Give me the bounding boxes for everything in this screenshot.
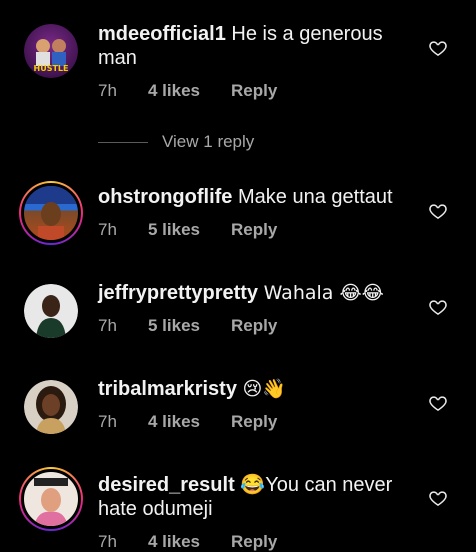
avatar-art: HUSTLE — [34, 39, 69, 73]
avatar[interactable]: HUSTLE — [24, 24, 78, 78]
avatar-art — [36, 295, 66, 338]
reply-button[interactable]: Reply — [231, 412, 277, 432]
comment-text: desired_result 😂You can never hate odume… — [98, 473, 418, 521]
comment-time: 7h — [98, 532, 117, 551]
comment-text: tribalmarkristy 😢👋 — [98, 377, 418, 401]
comment-username[interactable]: tribalmarkristy — [98, 378, 237, 400]
avatar[interactable] — [19, 467, 83, 531]
reply-button[interactable]: Reply — [231, 316, 277, 336]
comment-username[interactable]: jeffryprettypretty — [98, 282, 258, 304]
comment-meta: 7h 5 likes Reply — [98, 316, 277, 336]
comment-time: 7h — [98, 412, 117, 431]
comment-likes[interactable]: 5 likes — [148, 316, 231, 336]
comment-body: 😢👋 — [242, 378, 286, 400]
comment-text: jeffryprettypretty Wahala 😂😂 — [98, 281, 418, 305]
comment-meta: 7h 4 likes Reply — [98, 412, 277, 432]
comment-time: 7h — [98, 81, 117, 100]
avatar-art — [24, 186, 78, 240]
comment-meta: 7h 4 likes Reply — [98, 532, 277, 552]
comment-body: Make una gettaut — [238, 186, 393, 208]
reply-button[interactable]: Reply — [231, 81, 277, 101]
comment-time: 7h — [98, 220, 117, 239]
comment-meta: 7h 4 likes Reply — [98, 81, 277, 101]
avatar-logo-text: HUSTLE — [34, 64, 69, 73]
comment-time: 7h — [98, 316, 117, 335]
avatar[interactable] — [24, 380, 78, 434]
heart-icon[interactable] — [428, 38, 448, 58]
comment-text: mdeeofficial1 He is a generous man — [98, 22, 418, 70]
divider — [98, 141, 148, 143]
reply-button[interactable]: Reply — [231, 532, 277, 552]
comment-username[interactable]: desired_result — [98, 474, 235, 496]
reply-button[interactable]: Reply — [231, 220, 277, 240]
comment-likes[interactable]: 4 likes — [148, 412, 231, 432]
heart-icon[interactable] — [428, 201, 448, 221]
heart-icon[interactable] — [428, 297, 448, 317]
comment-likes[interactable]: 4 likes — [148, 81, 231, 101]
comment-meta: 7h 5 likes Reply — [98, 220, 277, 240]
avatar[interactable] — [19, 181, 83, 245]
avatar[interactable] — [24, 284, 78, 338]
view-replies-label: View 1 reply — [162, 132, 255, 151]
comment-body: Wahala 😂😂 — [263, 282, 384, 304]
avatar-art — [36, 386, 66, 434]
comment-username[interactable]: mdeeofficial1 — [98, 23, 226, 45]
comment-likes[interactable]: 5 likes — [148, 220, 231, 240]
heart-icon[interactable] — [428, 488, 448, 508]
heart-icon[interactable] — [428, 393, 448, 413]
avatar-art — [34, 478, 68, 526]
comment-username[interactable]: ohstrongoflife — [98, 186, 232, 208]
comment-text: ohstrongoflife Make una gettaut — [98, 185, 418, 209]
view-replies-button[interactable]: View 1 reply — [98, 132, 254, 152]
comment-likes[interactable]: 4 likes — [148, 532, 231, 552]
